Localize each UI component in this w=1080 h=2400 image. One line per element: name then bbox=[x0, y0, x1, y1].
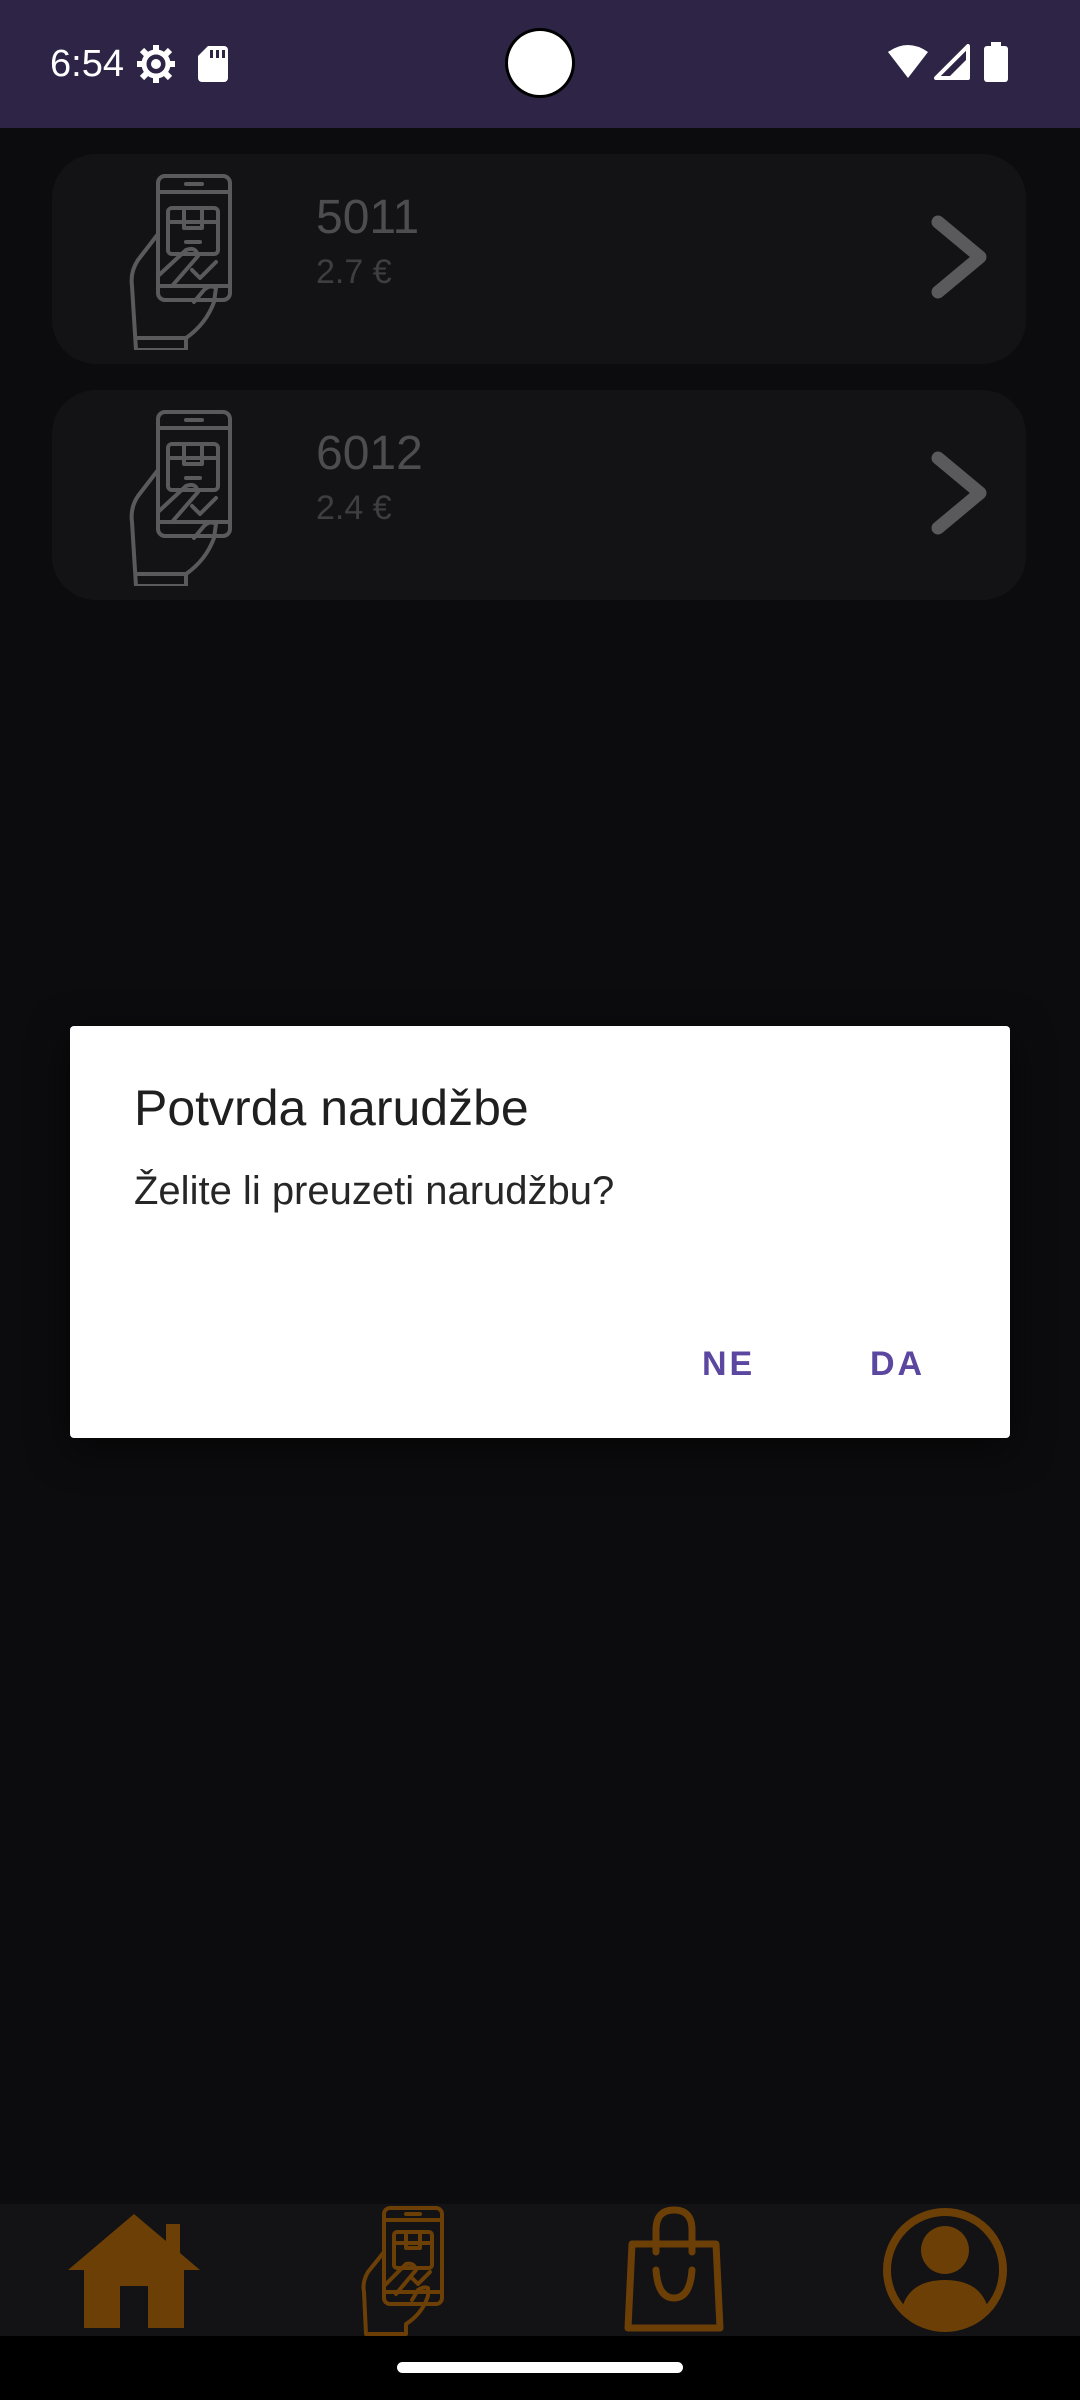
battery-icon bbox=[984, 42, 1008, 82]
dialog-message: Želite li preuzeti narudžbu? bbox=[134, 1169, 615, 1213]
shopping-bag-icon[interactable] bbox=[624, 2204, 724, 2336]
no-button[interactable]: NE bbox=[686, 1334, 771, 1394]
signal-icon bbox=[934, 44, 970, 80]
order-number: 6012 bbox=[316, 427, 423, 480]
gear-icon bbox=[137, 45, 175, 83]
order-card[interactable]: 5011 2.7 € bbox=[52, 154, 1026, 364]
order-card[interactable]: 6012 2.4 € bbox=[52, 390, 1026, 600]
chevron-right-icon[interactable] bbox=[928, 214, 992, 300]
wifi-icon bbox=[888, 45, 928, 78]
status-time: 6:54 bbox=[50, 43, 124, 85]
confirm-order-dialog: Potvrda narudžbe Želite li preuzeti naru… bbox=[70, 1026, 1010, 1438]
system-navigation-bar bbox=[0, 2336, 1080, 2400]
home-icon[interactable] bbox=[64, 2204, 204, 2336]
phone-package-hand-icon bbox=[129, 174, 232, 350]
order-price: 2.7 € bbox=[316, 253, 392, 291]
order-price: 2.4 € bbox=[316, 489, 392, 527]
orders-icon[interactable] bbox=[356, 2204, 456, 2336]
dialog-title: Potvrda narudžbe bbox=[134, 1080, 529, 1136]
status-bar: 6:54 bbox=[0, 0, 1080, 128]
bottom-navigation bbox=[0, 2204, 1080, 2336]
yes-button[interactable]: DA bbox=[854, 1334, 941, 1394]
chevron-right-icon[interactable] bbox=[928, 450, 992, 536]
front-camera bbox=[508, 31, 572, 95]
phone-package-hand-icon bbox=[129, 410, 232, 586]
home-gesture-handle[interactable] bbox=[397, 2362, 683, 2373]
profile-icon[interactable] bbox=[880, 2204, 1010, 2336]
order-number: 5011 bbox=[316, 191, 420, 244]
sd-card-icon bbox=[198, 46, 228, 82]
